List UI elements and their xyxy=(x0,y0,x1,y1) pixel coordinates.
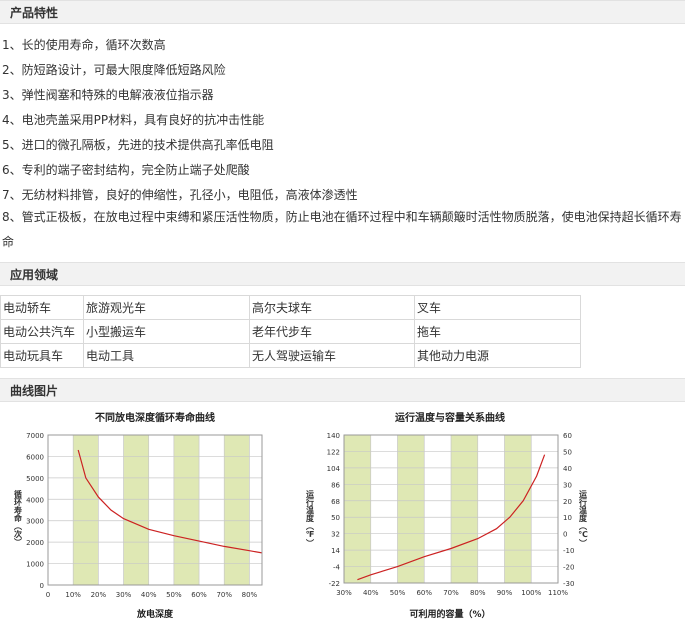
x-tick-label: 80% xyxy=(242,591,258,599)
x-tick-label: 40% xyxy=(363,589,379,597)
cycle-life-chart: 不同放电深度循环寿命曲线 放电深度 循环寿命（次） 0 10% 20% 30% 40% 5… xyxy=(13,411,263,620)
y-tick-label-right: 20 xyxy=(563,498,572,506)
y-axis-label-left: 运行温度（℉） xyxy=(305,490,315,547)
y-tick-label-right: -30 xyxy=(563,580,574,588)
chart-title: 运行温度与容量关系曲线 xyxy=(395,411,505,424)
x-axis-label: 放电深度 xyxy=(136,608,174,620)
y-tick-label-left: 140 xyxy=(327,432,340,440)
x-tick-label: 110% xyxy=(548,589,568,597)
shaded-band xyxy=(397,435,425,583)
y-tick-label-right: -20 xyxy=(563,564,574,572)
y-tick-label-left: 14 xyxy=(331,547,340,555)
table-row: 电动玩具车 电动工具 无人驾驶运输车 其他动力电源 xyxy=(0,343,581,368)
table-cell: 旅游观光车 xyxy=(83,295,250,320)
y-tick-label-left: 68 xyxy=(331,498,340,506)
feature-item: 7、无纺材料排管，良好的伸缩性，孔径小，电阻低，高液体渗透性 xyxy=(2,188,358,202)
y-tick-label-left: -4 xyxy=(333,564,341,572)
y-tick-label-right: 0 xyxy=(563,531,567,539)
table-row: 电动公共汽车 小型搬运车 老年代步车 拖车 xyxy=(0,319,581,344)
features-title: 产品特性 xyxy=(10,6,59,20)
table-cell: 无人驾驶运输车 xyxy=(249,343,415,368)
shaded-band xyxy=(344,435,371,583)
table-cell: 高尔夫球车 xyxy=(249,295,415,320)
y-axis-label: 循环寿命（次） xyxy=(13,489,23,546)
applications-table: 电动轿车 旅游观光车 高尔夫球车 叉车 电动公共汽车 小型搬运车 老年代步车 拖… xyxy=(0,295,581,368)
applications-title: 应用领域 xyxy=(10,268,59,282)
feature-item: 3、弹性阀塞和特殊的电解液液位指示器 xyxy=(2,88,214,102)
x-tick-label: 80% xyxy=(470,589,486,597)
y-axis-label-right: 运行温度（℃） xyxy=(577,490,587,547)
x-axis-label: 可利用的容量（%） xyxy=(409,608,490,620)
x-tick-label: 50% xyxy=(166,591,182,599)
x-tick-label: 40% xyxy=(141,591,157,599)
y-tick-label-left: 104 xyxy=(327,465,341,473)
shaded-band xyxy=(173,435,200,585)
shaded-band xyxy=(123,435,149,585)
shaded-band xyxy=(504,435,532,583)
y-tick-label-left: 86 xyxy=(331,481,340,489)
table-cell: 叉车 xyxy=(414,295,581,320)
temperature-capacity-chart: 运行温度与容量关系曲线 可利用的容量（%） 运行温度（℉） 运行温度（℃） 30… xyxy=(305,411,588,620)
y-tick-label: 4000 xyxy=(26,496,44,504)
table-cell: 电动公共汽车 xyxy=(0,319,84,344)
section-header-curves: 曲线图片 xyxy=(0,378,685,402)
y-tick-label-right: 10 xyxy=(563,514,572,522)
x-tick-label: 70% xyxy=(443,589,459,597)
y-tick-label-left: 122 xyxy=(327,448,340,456)
table-cell: 拖车 xyxy=(414,319,581,344)
x-tick-label: 100% xyxy=(521,589,541,597)
y-tick-label: 5000 xyxy=(26,475,44,483)
y-tick-label-right: 50 xyxy=(563,448,572,456)
feature-item: 6、专利的端子密封结构，完全防止端子处爬酸 xyxy=(2,163,250,177)
x-tick-label: 0 xyxy=(46,591,50,599)
x-tick-label: 50% xyxy=(390,589,406,597)
feature-item: 4、电池壳盖采用PP材料，具有良好的抗冲击性能 xyxy=(2,113,265,127)
feature-item: 1、长的使用寿命，循环次数高 xyxy=(2,38,166,52)
table-cell: 电动轿车 xyxy=(0,295,84,320)
feature-item: 2、防短路设计，可最大限度降低短路风险 xyxy=(2,63,226,77)
feature-item: 8、管式正极板，在放电过程中束缚和紧压活性物质，防止电池在循环过程中和车辆颠簸时… xyxy=(2,210,682,249)
x-tick-label: 60% xyxy=(191,591,207,599)
y-tick-label: 7000 xyxy=(26,432,44,440)
y-tick-label: 3000 xyxy=(26,518,44,526)
x-tick-label: 60% xyxy=(416,589,432,597)
y-tick-label-right: 30 xyxy=(563,481,572,489)
x-tick-label: 20% xyxy=(91,591,107,599)
curves-title: 曲线图片 xyxy=(10,384,59,398)
x-tick-label: 10% xyxy=(65,591,81,599)
section-header-applications: 应用领域 xyxy=(0,262,685,286)
section-header-features: 产品特性 xyxy=(0,0,685,24)
y-tick-label: 6000 xyxy=(26,453,44,461)
y-tick-label-right: 40 xyxy=(563,465,572,473)
table-row: 电动轿车 旅游观光车 高尔夫球车 叉车 xyxy=(0,295,581,320)
y-tick-label: 0 xyxy=(40,582,44,590)
chart-title: 不同放电深度循环寿命曲线 xyxy=(95,411,215,424)
y-tick-label-right: 60 xyxy=(563,432,572,440)
shaded-band xyxy=(224,435,250,585)
y-tick-label-left: 50 xyxy=(331,514,340,522)
table-cell: 小型搬运车 xyxy=(83,319,250,344)
y-tick-label-right: -10 xyxy=(563,547,574,555)
x-tick-label: 70% xyxy=(216,591,232,599)
shaded-band xyxy=(451,435,478,583)
table-cell: 电动玩具车 xyxy=(0,343,84,368)
y-tick-label: 1000 xyxy=(26,561,44,569)
y-tick-label-left: -22 xyxy=(329,580,340,588)
x-tick-label: 90% xyxy=(497,589,513,597)
table-cell: 电动工具 xyxy=(83,343,250,368)
table-cell: 其他动力电源 xyxy=(414,343,581,368)
feature-item: 5、进口的微孔隔板，先进的技术提供高孔率低电阻 xyxy=(2,138,274,152)
table-cell: 老年代步车 xyxy=(249,319,415,344)
shaded-band xyxy=(73,435,99,585)
x-tick-label: 30% xyxy=(336,589,352,597)
y-tick-label: 2000 xyxy=(26,539,44,547)
x-tick-label: 30% xyxy=(116,591,132,599)
y-tick-label-left: 32 xyxy=(331,531,340,539)
